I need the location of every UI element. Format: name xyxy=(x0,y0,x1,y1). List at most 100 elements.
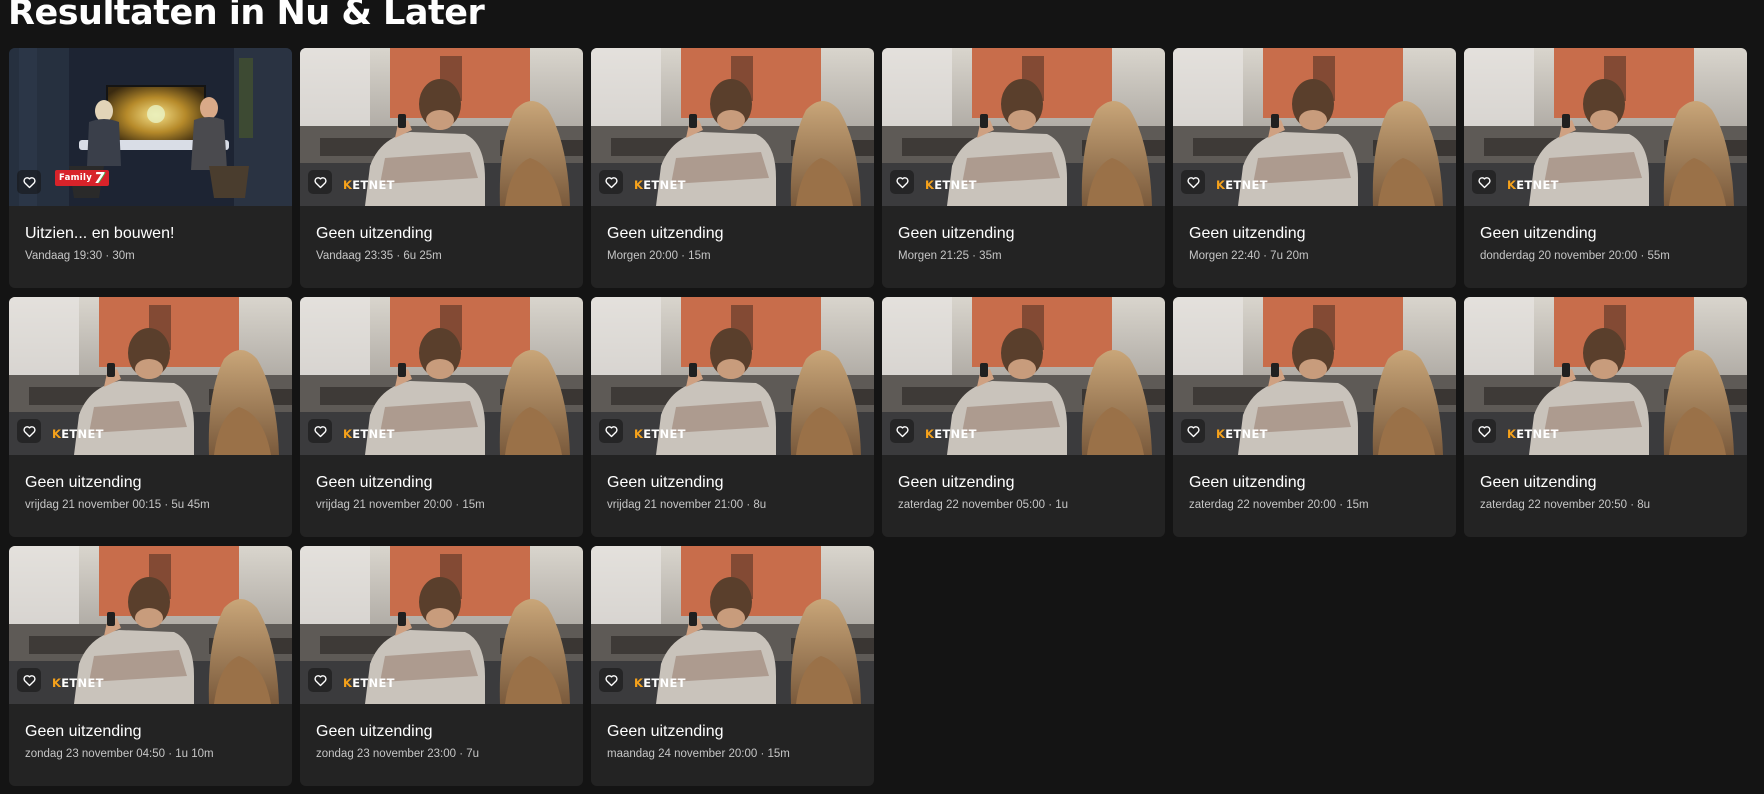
program-title: Geen uitzending xyxy=(1189,225,1306,242)
favorite-button[interactable] xyxy=(308,668,332,692)
program-schedule: vrijdag 21 november 21:00 · 8u xyxy=(607,499,767,511)
program-schedule: Vandaag 23:35 · 6u 25m xyxy=(316,250,442,262)
favorite-button[interactable] xyxy=(1181,419,1205,443)
ketnet-logo: KETNET xyxy=(634,676,686,690)
program-title: Geen uitzending xyxy=(1480,474,1597,491)
program-thumbnail: KETNET xyxy=(300,48,583,206)
program-schedule: zondag 23 november 04:50 · 1u 10m xyxy=(25,748,214,760)
program-title: Geen uitzending xyxy=(25,723,142,740)
program-thumbnail: KETNET xyxy=(882,48,1165,206)
heart-outline-icon xyxy=(1186,175,1201,190)
favorite-button[interactable] xyxy=(890,170,914,194)
ketnet-logo: KETNET xyxy=(1507,178,1559,192)
program-card[interactable]: KETNET Geen uitzending maandag 24 november… xyxy=(591,546,874,786)
program-thumbnail: KETNET xyxy=(1464,297,1747,455)
heart-outline-icon xyxy=(604,673,619,688)
program-schedule: Morgen 22:40 · 7u 20m xyxy=(1189,250,1309,262)
favorite-button[interactable] xyxy=(599,419,623,443)
program-schedule: zondag 23 november 23:00 · 7u xyxy=(316,748,480,760)
ketnet-logo: KETNET xyxy=(925,178,977,192)
heart-outline-icon xyxy=(22,673,37,688)
heart-outline-icon xyxy=(1186,424,1201,439)
favorite-button[interactable] xyxy=(17,668,41,692)
program-schedule: donderdag 20 november 20:00 · 55m xyxy=(1480,250,1670,262)
program-schedule: vrijdag 21 november 20:00 · 15m xyxy=(316,499,485,511)
ketnet-logo: KETNET xyxy=(925,427,977,441)
program-thumbnail: KETNET xyxy=(1173,297,1456,455)
program-schedule: zaterdag 22 november 05:00 · 1u xyxy=(898,499,1069,511)
program-thumbnail: KETNET xyxy=(9,546,292,704)
heart-outline-icon xyxy=(604,424,619,439)
program-title: Geen uitzending xyxy=(316,225,433,242)
program-card[interactable]: KETNET Geen uitzending Vandaag 23:35 · 6u … xyxy=(300,48,583,288)
favorite-button[interactable] xyxy=(599,668,623,692)
program-card[interactable]: KETNET Geen uitzending zondag 23 november … xyxy=(9,546,292,786)
program-card[interactable]: KETNET Geen uitzending zaterdag 22 novembe… xyxy=(882,297,1165,537)
program-thumbnail: KETNET xyxy=(882,297,1165,455)
program-schedule: zaterdag 22 november 20:00 · 15m xyxy=(1189,499,1369,511)
heart-outline-icon xyxy=(895,424,910,439)
program-card[interactable]: KETNET Geen uitzending vrijdag 21 november… xyxy=(300,297,583,537)
heart-outline-icon xyxy=(895,175,910,190)
program-card[interactable]: KETNET Geen uitzending vrijdag 21 november… xyxy=(9,297,292,537)
heart-outline-icon xyxy=(313,424,328,439)
program-thumbnail: KETNET xyxy=(591,297,874,455)
program-card[interactable]: Family 7 Uitzien... en bouwen! Vandaag 19:3… xyxy=(9,48,292,288)
program-title: Geen uitzending xyxy=(1480,225,1597,242)
program-title: Geen uitzending xyxy=(607,225,724,242)
ketnet-logo: KETNET xyxy=(1507,427,1559,441)
ketnet-logo: KETNET xyxy=(1216,427,1268,441)
program-card[interactable]: KETNET Geen uitzending zaterdag 22 novembe… xyxy=(1464,297,1747,537)
program-card[interactable]: KETNET Geen uitzending zondag 23 november … xyxy=(300,546,583,786)
ketnet-logo: KETNET xyxy=(634,178,686,192)
program-card[interactable]: KETNET Geen uitzending zaterdag 22 novembe… xyxy=(1173,297,1456,537)
heart-outline-icon xyxy=(313,673,328,688)
program-schedule: zaterdag 22 november 20:50 · 8u xyxy=(1480,499,1651,511)
program-schedule: Morgen 20:00 · 15m xyxy=(607,250,711,262)
program-card[interactable]: KETNET Geen uitzending Morgen 21:25 · 35m xyxy=(882,48,1165,288)
heart-outline-icon xyxy=(1477,424,1492,439)
ketnet-logo: KETNET xyxy=(52,676,104,690)
program-schedule: Vandaag 19:30 · 30m xyxy=(25,250,135,262)
heart-outline-icon xyxy=(604,175,619,190)
results-grid: Family 7 Uitzien... en bouwen! Vandaag 19:3… xyxy=(9,48,1747,786)
heart-outline-icon xyxy=(22,424,37,439)
favorite-button[interactable] xyxy=(1472,419,1496,443)
program-card[interactable]: KETNET Geen uitzending Morgen 22:40 · 7u 2… xyxy=(1173,48,1456,288)
family7-logo: Family 7 xyxy=(55,170,109,186)
program-title: Geen uitzending xyxy=(1189,474,1306,491)
favorite-button[interactable] xyxy=(599,170,623,194)
ketnet-logo: KETNET xyxy=(343,178,395,192)
program-title: Geen uitzending xyxy=(25,474,142,491)
favorite-button[interactable] xyxy=(1472,170,1496,194)
program-title: Geen uitzending xyxy=(607,723,724,740)
favorite-button[interactable] xyxy=(17,170,41,194)
program-schedule: maandag 24 november 20:00 · 15m xyxy=(607,748,790,760)
program-title: Geen uitzending xyxy=(607,474,724,491)
program-title: Geen uitzending xyxy=(316,474,433,491)
program-title: Geen uitzending xyxy=(316,723,433,740)
program-thumbnail: KETNET xyxy=(9,297,292,455)
program-card[interactable]: KETNET Geen uitzending vrijdag 21 november… xyxy=(591,297,874,537)
heart-outline-icon xyxy=(1477,175,1492,190)
program-title: Geen uitzending xyxy=(898,225,1015,242)
program-schedule: Morgen 21:25 · 35m xyxy=(898,250,1002,262)
favorite-button[interactable] xyxy=(17,419,41,443)
program-thumbnail: KETNET xyxy=(591,48,874,206)
ketnet-logo: KETNET xyxy=(343,427,395,441)
page-title: Resultaten in Nu & Later xyxy=(8,0,485,33)
program-schedule: vrijdag 21 november 00:15 · 5u 45m xyxy=(25,499,210,511)
program-card[interactable]: KETNET Geen uitzending Morgen 20:00 · 15m xyxy=(591,48,874,288)
ketnet-logo: KETNET xyxy=(52,427,104,441)
favorite-button[interactable] xyxy=(890,419,914,443)
ketnet-logo: KETNET xyxy=(634,427,686,441)
ketnet-logo: KETNET xyxy=(343,676,395,690)
program-thumbnail: KETNET xyxy=(591,546,874,704)
ketnet-logo: KETNET xyxy=(1216,178,1268,192)
favorite-button[interactable] xyxy=(308,170,332,194)
heart-outline-icon xyxy=(22,175,37,190)
favorite-button[interactable] xyxy=(308,419,332,443)
favorite-button[interactable] xyxy=(1181,170,1205,194)
program-thumbnail: Family 7 xyxy=(9,48,292,206)
program-card[interactable]: KETNET Geen uitzending donderdag 20 novemb… xyxy=(1464,48,1747,288)
